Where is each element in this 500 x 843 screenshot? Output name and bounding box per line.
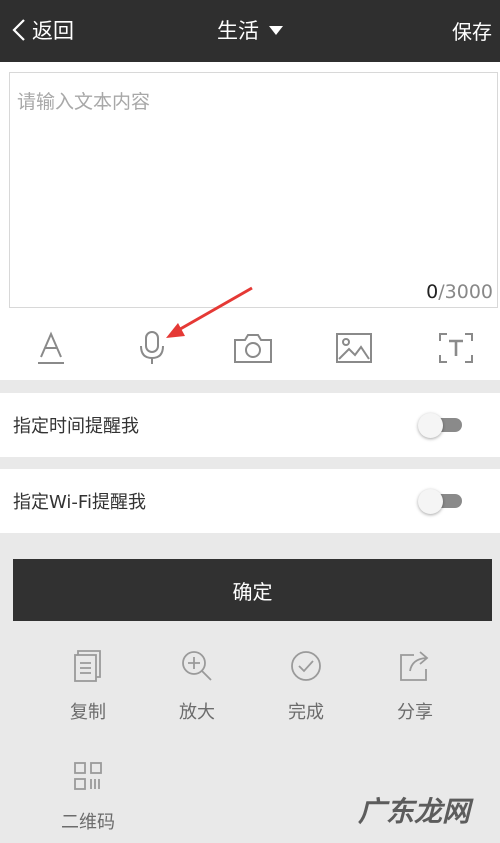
- text-format-button[interactable]: [29, 328, 73, 368]
- text-input-placeholder: 请输入文本内容: [17, 91, 151, 113]
- microphone-icon: [140, 331, 164, 364]
- toggle-knob: [418, 489, 443, 514]
- char-count-max: /3000: [438, 281, 493, 303]
- zoom-in-button[interactable]: 放大: [152, 646, 242, 724]
- page-title: 生活: [217, 19, 259, 43]
- watermark-logo: 广东龙网: [357, 795, 470, 828]
- char-counter: 0/3000: [426, 281, 493, 303]
- image-icon: [336, 333, 372, 363]
- text-recognition-button[interactable]: [434, 328, 478, 368]
- text-recognition-icon: [439, 333, 473, 363]
- done-label: 完成: [288, 702, 324, 723]
- insert-image-button[interactable]: [332, 328, 376, 368]
- qr-code-label: 二维码: [61, 812, 115, 833]
- caret-down-icon: [269, 25, 283, 35]
- qr-code-icon: [74, 762, 102, 790]
- camera-button[interactable]: [231, 328, 275, 368]
- category-selector[interactable]: 生活: [0, 14, 500, 46]
- copy-label: 复制: [70, 702, 106, 723]
- copy-icon: [74, 650, 101, 682]
- time-reminder-toggle[interactable]: [418, 413, 464, 438]
- share-label: 分享: [397, 702, 433, 723]
- voice-input-button[interactable]: [130, 328, 174, 368]
- wifi-reminder-row: 指定Wi-Fi提醒我: [0, 469, 500, 533]
- time-reminder-row: 指定时间提醒我: [0, 393, 500, 457]
- share-button[interactable]: 分享: [370, 646, 460, 724]
- zoom-in-icon: [182, 651, 212, 681]
- done-button[interactable]: 完成: [261, 646, 351, 724]
- camera-icon: [234, 334, 272, 363]
- copy-button[interactable]: 复制: [43, 646, 133, 724]
- toggle-knob: [418, 413, 443, 438]
- top-bar: 返回 生活 保存: [0, 0, 500, 62]
- char-count-current: 0: [426, 281, 439, 303]
- wifi-reminder-label: 指定Wi-Fi提醒我: [13, 492, 146, 513]
- share-icon: [400, 651, 429, 681]
- wifi-reminder-toggle[interactable]: [418, 489, 464, 514]
- check-circle-icon: [291, 651, 321, 681]
- save-button[interactable]: 保存: [452, 14, 492, 46]
- time-reminder-label: 指定时间提醒我: [13, 416, 139, 437]
- confirm-button[interactable]: 确定: [13, 559, 492, 621]
- text-format-icon: [38, 331, 64, 364]
- qr-code-button[interactable]: 二维码: [43, 756, 133, 834]
- zoom-in-label: 放大: [179, 702, 215, 723]
- text-input[interactable]: 请输入文本内容 0/3000: [9, 72, 498, 308]
